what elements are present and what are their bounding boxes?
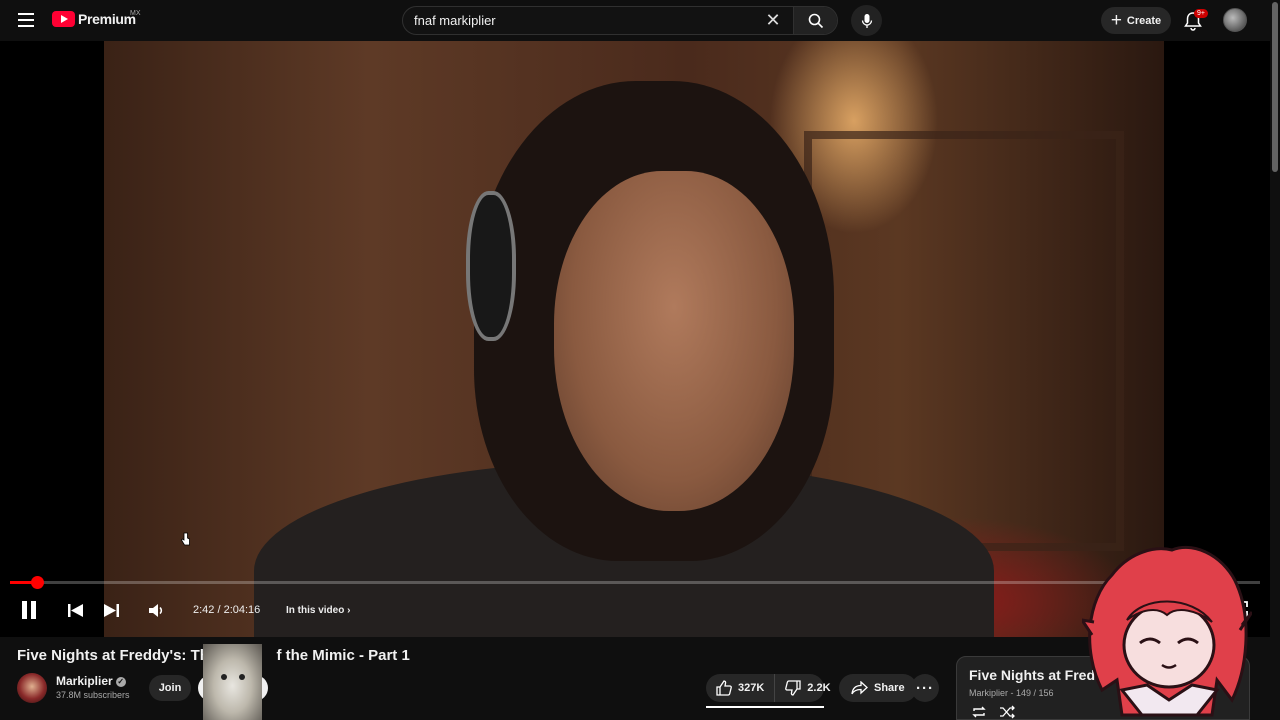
dislike-count: 2.2K	[807, 682, 831, 694]
video-frame	[104, 41, 1164, 637]
progress-scrubber[interactable]	[31, 576, 44, 589]
video-person-face	[554, 171, 794, 511]
dislike-button[interactable]: 2.2K	[775, 674, 840, 702]
youtube-logo-icon	[52, 11, 75, 27]
video-headphones	[466, 191, 516, 341]
country-code: MX	[130, 10, 141, 17]
volume-icon[interactable]	[149, 603, 165, 618]
notification-badge: 9+	[1194, 9, 1208, 18]
playlist-meta: Markiplier - 149 / 156	[969, 688, 1054, 698]
pause-icon[interactable]	[20, 600, 38, 620]
share-button[interactable]: Share	[839, 674, 917, 702]
microphone-icon	[861, 13, 872, 28]
thumbs-up-icon	[716, 680, 732, 696]
mouse-cursor-icon	[181, 532, 190, 546]
time-display: 2:42 / 2:04:16	[193, 604, 261, 616]
video-title-end: f the Mimic - Part 1	[276, 647, 410, 664]
create-button[interactable]: + Create	[1101, 7, 1171, 34]
share-icon	[851, 681, 868, 695]
previous-icon[interactable]	[68, 604, 83, 617]
loop-icon[interactable]	[971, 705, 987, 719]
shuffle-icon[interactable]	[999, 705, 1015, 719]
clear-search-icon[interactable]: ✕	[761, 7, 785, 34]
chapter-label: In this video	[286, 605, 345, 616]
like-count: 327K	[738, 682, 765, 694]
thumbs-down-icon	[785, 680, 801, 696]
search-button[interactable]	[793, 7, 837, 34]
verified-icon: ✓	[115, 677, 126, 687]
player-controls: 2:42 / 2:04:16 In this video ›	[0, 591, 1270, 631]
menu-icon[interactable]	[18, 13, 34, 27]
channel-avatar[interactable]	[17, 673, 47, 703]
like-dislike-group: 327K 2.2K	[706, 674, 831, 702]
more-actions-icon[interactable]: ···	[911, 674, 939, 702]
youtube-premium-logo[interactable]: Premium MX	[52, 10, 141, 27]
subscriber-count: 37.8M subscribers	[56, 690, 130, 700]
plus-icon: +	[1110, 10, 1122, 31]
search-icon	[808, 13, 823, 28]
video-title-start: Five Nights at Freddy's: The S	[17, 647, 232, 664]
video-player[interactable]: 2:42 / 2:04:16 In this video ›	[0, 41, 1270, 637]
like-ratio-bar	[706, 706, 824, 708]
voice-search-button[interactable]	[851, 5, 882, 36]
logo-text: Premium	[78, 11, 136, 27]
account-avatar[interactable]	[1223, 8, 1247, 32]
create-label: Create	[1126, 14, 1162, 27]
search-input[interactable]	[403, 7, 761, 34]
cat-eye	[221, 674, 227, 680]
page-scrollbar-thumb[interactable]	[1272, 2, 1278, 172]
chevron-right-icon: ›	[347, 605, 351, 616]
like-button[interactable]: 327K	[706, 674, 776, 702]
join-button[interactable]: Join	[149, 675, 191, 701]
top-bar: Premium MX ✕ + Create 9+	[0, 0, 1280, 41]
search-bar: ✕	[402, 6, 838, 35]
channel-name-row[interactable]: Markiplier ✓	[56, 674, 126, 688]
channel-name: Markiplier	[56, 674, 113, 688]
in-this-video-button[interactable]: In this video ›	[286, 605, 350, 616]
cat-overlay-image	[203, 644, 262, 720]
vtuber-avatar-overlay	[1082, 545, 1252, 717]
cat-eye	[239, 674, 245, 680]
next-icon[interactable]	[104, 604, 119, 617]
progress-bar[interactable]	[10, 576, 1260, 589]
share-label: Share	[874, 682, 905, 694]
